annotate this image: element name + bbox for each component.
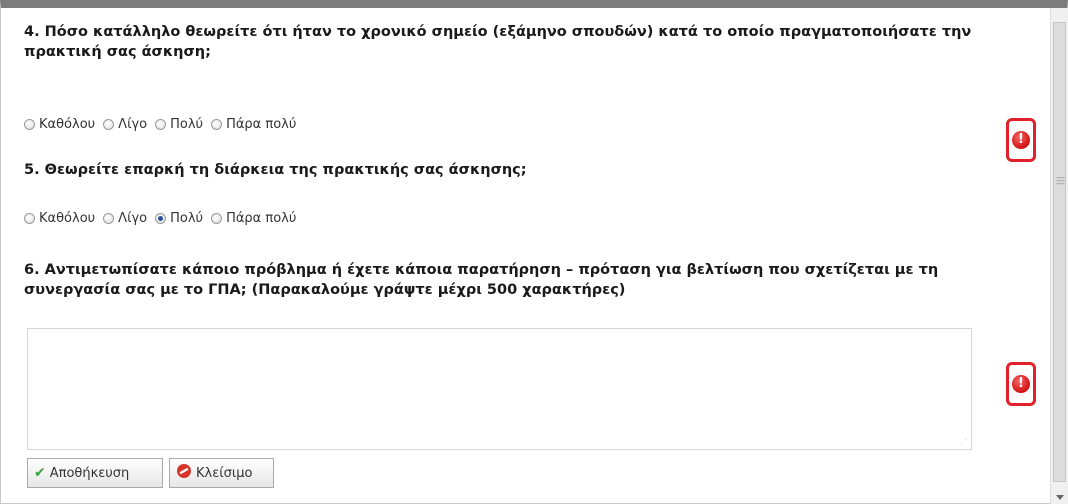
question-5: 5. Θεωρείτε επαρκή τη διάρκεια της πρακτ… [24, 160, 527, 180]
question-4-title: 4. Πόσο κατάλληλο θεωρείτε ότι ήταν το χ… [24, 24, 972, 60]
comment-textarea[interactable]: ⋰ [27, 328, 972, 450]
radio-button[interactable] [24, 213, 35, 224]
question-5-title: 5. Θεωρείτε επαρκή τη διάρκεια της πρακτ… [24, 162, 527, 178]
save-button[interactable]: ✔ Αποθήκευση [27, 458, 163, 488]
checkmark-icon: ✔ [34, 465, 46, 481]
q5-option-none[interactable]: Καθόλου [24, 211, 95, 226]
q4-option-none[interactable]: Καθόλου [24, 117, 95, 132]
question-4-options: Καθόλου Λίγο Πολύ Πάρα πολύ [24, 117, 304, 132]
q5-option-much[interactable]: Πολύ [155, 211, 203, 226]
vertical-scrollbar[interactable]: — — — [1050, 8, 1068, 504]
radio-button[interactable] [24, 119, 35, 130]
error-icon: ! [1012, 131, 1030, 149]
error-icon: ! [1012, 375, 1030, 393]
close-button[interactable]: Κλείσιμο [169, 458, 274, 488]
radio-button[interactable] [211, 119, 223, 130]
q6-error-highlight: ! [1006, 362, 1036, 406]
radio-button[interactable] [155, 119, 167, 130]
q5-option-little[interactable]: Λίγο [103, 211, 147, 226]
question-6-title: 6. Αντιμετωπίσατε κάποιο πρόβλημα ή έχετ… [24, 262, 939, 298]
radio-button-selected[interactable] [155, 213, 167, 224]
resize-handle-icon[interactable]: ⋰ [960, 438, 968, 446]
q4-option-much[interactable]: Πολύ [155, 117, 203, 132]
q4-error-highlight: ! [1006, 118, 1036, 162]
radio-button[interactable] [103, 119, 115, 130]
q4-option-very-much[interactable]: Πάρα πολύ [211, 117, 296, 132]
scroll-down-arrow-icon[interactable] [1056, 495, 1064, 500]
no-entry-icon [176, 463, 192, 483]
question-4: 4. Πόσο κατάλληλο θεωρείτε ότι ήταν το χ… [24, 22, 1034, 62]
scrollbar-thumb[interactable]: — — — [1053, 22, 1066, 482]
question-5-options: Καθόλου Λίγο Πολύ Πάρα πολύ [24, 211, 304, 226]
q4-option-little[interactable]: Λίγο [103, 117, 147, 132]
question-6: 6. Αντιμετωπίσατε κάποιο πρόβλημα ή έχετ… [24, 260, 1024, 300]
radio-button[interactable] [211, 213, 223, 224]
q5-option-very-much[interactable]: Πάρα πολύ [211, 211, 296, 226]
grip-icon: — — — [1056, 173, 1065, 189]
radio-button[interactable] [103, 213, 115, 224]
